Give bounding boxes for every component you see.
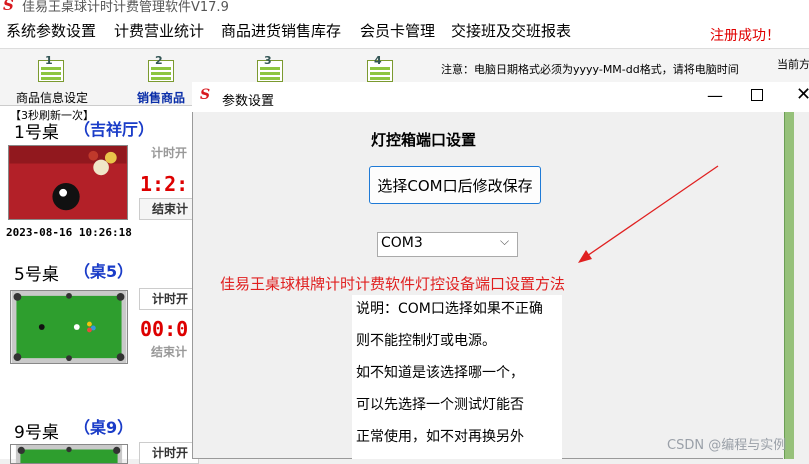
toolbar-button-2[interactable]: 2	[148, 54, 176, 84]
menu-shift-report[interactable]: 交接班及交班报表	[451, 20, 571, 41]
watermark: CSDN @编程与实例	[667, 438, 787, 453]
com-port-value: COM3	[381, 235, 423, 251]
register-status: 注册成功！	[710, 28, 780, 44]
table-9-alias: （桌9）	[74, 418, 134, 437]
toolbar-label-sell-goods[interactable]: 销售商品	[137, 89, 185, 106]
description-line: 则不能控制灯或电源。	[356, 333, 496, 349]
description-line: 可以先选择一个测试灯能否	[356, 397, 524, 413]
table-1-start-button[interactable]: 计时开	[139, 143, 199, 165]
date-format-notice: 注意：电脑日期格式必须为yyyy-MM-dd格式，请将电脑时间	[441, 63, 739, 76]
table-5-billiard-table-icon[interactable]	[10, 290, 128, 364]
toolbar-button-3[interactable]: 3	[257, 54, 285, 84]
dialog-logo-icon: S	[200, 87, 211, 103]
chevron-down-icon: ⌵	[500, 234, 510, 248]
table-9-billiard-table-icon[interactable]	[10, 444, 128, 464]
scrollbar-thumb[interactable]	[784, 112, 794, 459]
description-line: 正常使用，如不对再换另外	[356, 429, 524, 445]
description-line: 说明：COM口选择如果不正确	[356, 301, 543, 317]
table-5-end-button[interactable]: 结束计	[139, 342, 199, 364]
port-section-title: 灯控箱端口设置	[371, 131, 477, 149]
table-1-alias: （吉祥厅）	[74, 120, 155, 139]
toolbar-label-goods-settings[interactable]: 商品信息设定	[16, 89, 88, 106]
maximize-icon[interactable]	[751, 89, 763, 101]
table-1-billiard-photo[interactable]	[8, 145, 128, 220]
current-label: 当前方	[777, 58, 809, 71]
table-9-start-button[interactable]: 计时开	[139, 442, 199, 464]
menu-inventory[interactable]: 商品进货销售库存	[221, 20, 341, 41]
description-line: 如不知道是该选择哪一个，	[356, 365, 524, 381]
app-logo-icon: S	[3, 0, 14, 14]
table-5-name: 5号桌	[14, 265, 59, 285]
close-icon[interactable]: ✕	[796, 84, 809, 105]
table-1-name: 1号桌	[14, 123, 59, 143]
annotation-caption: 佳易王桌球棋牌计时计费软件灯控设备端口设置方法	[220, 275, 566, 293]
table-5-timer: 00:0	[140, 317, 189, 341]
dialog-title: 参数设置	[222, 94, 275, 109]
minimize-icon[interactable]: —	[707, 86, 723, 105]
toolbar-button-4[interactable]: 4	[367, 54, 395, 84]
table-9-name: 9号桌	[14, 423, 59, 443]
table-5-alias: （桌5）	[74, 262, 134, 281]
save-com-port-button[interactable]: 选择COM口后修改保存	[369, 166, 541, 204]
menu-system-settings[interactable]: 系统参数设置	[6, 20, 96, 41]
menu-member-card[interactable]: 会员卡管理	[360, 20, 435, 41]
table-1-timer: 1:2:	[140, 172, 189, 196]
annotation-arrow-icon	[578, 165, 719, 263]
table-1-end-button[interactable]: 结束计	[139, 198, 199, 220]
app-title: 佳易王桌球计时计费管理软件V17.9	[22, 0, 229, 15]
table-5-start-button[interactable]: 计时开	[139, 288, 199, 310]
toolbar-button-1[interactable]: 1	[38, 54, 66, 84]
table-1-start-time: 2023-08-16 10:26:18	[6, 226, 132, 239]
menu-billing-stats[interactable]: 计费营业统计	[114, 20, 204, 41]
